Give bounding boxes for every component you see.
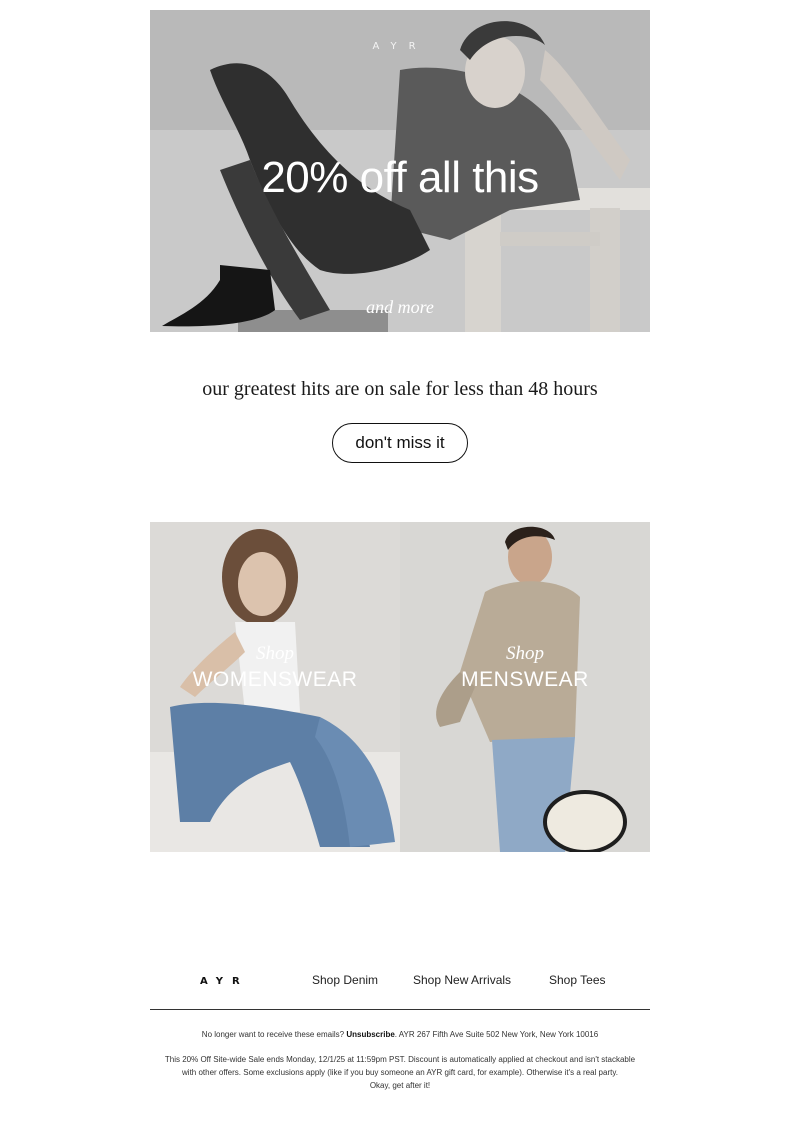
company-address: . AYR 267 Fifth Ave Suite 502 New York, …	[394, 1030, 599, 1039]
sale-disclaimer: This 20% Off Site-wide Sale ends Monday,…	[150, 1053, 650, 1092]
sale-tagline: our greatest hits are on sale for less t…	[202, 378, 598, 400]
footer-nav: AYR Shop Denim Shop New Arrivals Shop Te…	[150, 970, 650, 990]
unsubscribe-link[interactable]: Unsubscribe	[346, 1030, 394, 1039]
unsubscribe-line: No longer want to receive these emails? …	[150, 1028, 650, 1041]
womenswear-shop-label: Shop	[256, 643, 294, 664]
hero-banner[interactable]: AYR 20% off all this and more	[150, 10, 650, 332]
shop-new-arrivals-link[interactable]: Shop New Arrivals	[413, 973, 511, 987]
signoff-text: Okay, get after it!	[369, 1081, 431, 1090]
disclaimer-line-2: with other offers. Some exclusions apply…	[182, 1068, 618, 1077]
footer-logo[interactable]: AYR	[200, 976, 249, 987]
hero-subline: and more	[366, 297, 434, 317]
hero-headline: 20% off all this	[261, 153, 539, 202]
dont-miss-it-button[interactable]: don't miss it	[332, 423, 468, 463]
disclaimer-line-1: This 20% Off Site-wide Sale ends Monday,…	[164, 1055, 636, 1064]
menswear-title: MENSWEAR	[461, 668, 589, 691]
shop-denim-link[interactable]: Shop Denim	[312, 973, 378, 987]
menswear-panel[interactable]: Shop MENSWEAR	[400, 522, 650, 852]
hero-logo: AYR	[372, 41, 428, 52]
shop-tees-link[interactable]: Shop Tees	[549, 973, 606, 987]
menswear-shop-label: Shop	[506, 643, 544, 664]
womenswear-panel[interactable]: Shop WOMENSWEAR	[150, 522, 400, 852]
womenswear-title: WOMENSWEAR	[192, 668, 358, 691]
unsubscribe-prefix: No longer want to receive these emails?	[201, 1030, 347, 1039]
category-grid: Shop WOMENSWEAR Shop MENSWEAR	[150, 522, 650, 852]
footer-divider	[150, 1009, 650, 1010]
